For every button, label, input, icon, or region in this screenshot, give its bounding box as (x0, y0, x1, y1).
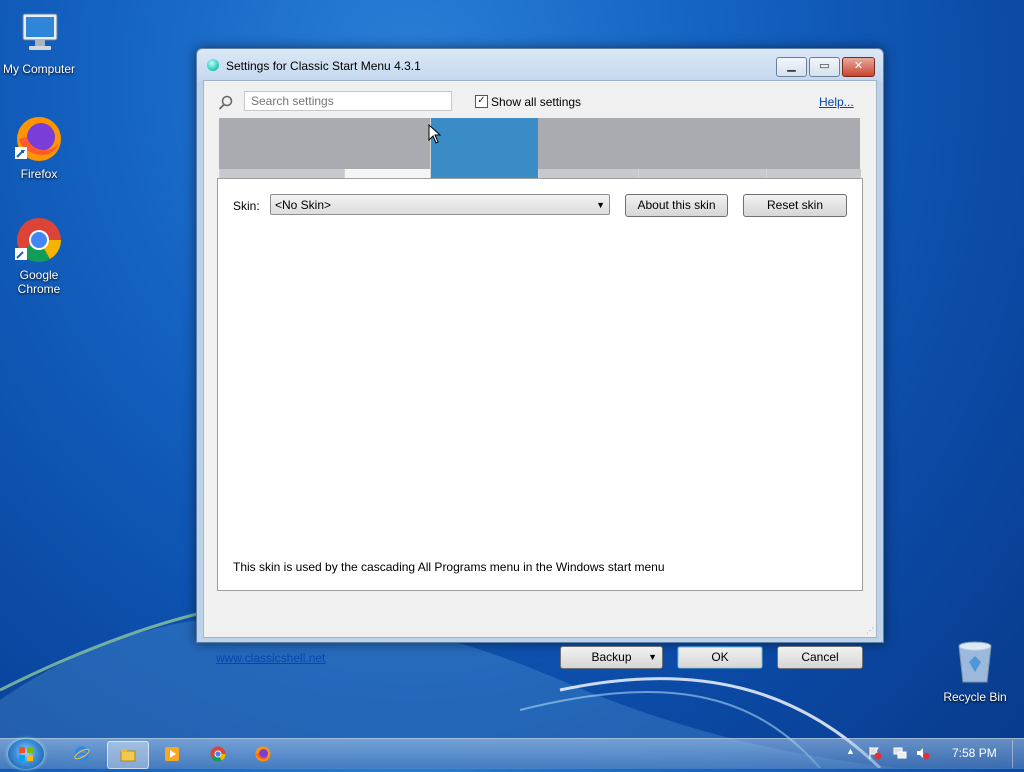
start-button[interactable] (8, 739, 44, 769)
window-client-area: ✓ Show all settings Help... Skin: <No Sk… (203, 80, 877, 669)
taskbar-firefox[interactable] (243, 741, 283, 767)
taskbar-file-explorer[interactable] (107, 741, 149, 769)
tab-start-menu-style[interactable] (219, 169, 344, 178)
minimize-button[interactable]: ▁ (776, 57, 807, 77)
action-center-flag-icon[interactable] (868, 746, 882, 760)
taskbar-clock[interactable]: 7:58 PM (952, 746, 997, 760)
desktop-icon-firefox[interactable]: Firefox (0, 115, 78, 181)
firefox-icon (255, 746, 271, 762)
desktop-icon-label: Recycle Bin (943, 690, 1007, 704)
show-hidden-icons-icon[interactable]: ▲ (846, 746, 860, 760)
tab-strip (219, 118, 861, 178)
search-icon (218, 95, 233, 110)
taskbar-chrome[interactable] (198, 741, 238, 767)
tab-search-box[interactable] (766, 169, 861, 178)
resize-grip-icon[interactable]: ⋰ (866, 626, 874, 635)
show-all-settings-label[interactable]: Show all settings (491, 95, 581, 109)
mouse-cursor-icon (428, 124, 442, 144)
taskbar-internet-explorer[interactable] (62, 741, 102, 767)
settings-window: Settings for Classic Start Menu 4.3.1 ▁ … (196, 48, 884, 669)
tab-panel: Skin: <No Skin> ▼ About this skin Reset … (217, 178, 863, 591)
backup-button-label: Backup (591, 650, 632, 664)
show-all-settings-checkbox[interactable]: ✓ (475, 95, 488, 108)
chrome-icon (210, 746, 226, 762)
desktop-icon-my-computer[interactable]: My Computer (0, 10, 78, 76)
chrome-icon (15, 216, 63, 264)
desktop-icon-google-chrome[interactable]: Google Chrome (0, 216, 78, 296)
maximize-button[interactable]: ▭ (809, 57, 840, 77)
show-desktop-button[interactable] (1012, 740, 1024, 768)
volume-muted-icon[interactable] (916, 746, 930, 760)
skin-select[interactable]: <No Skin> ▼ (270, 194, 610, 215)
maximize-icon: ▭ (819, 60, 830, 72)
app-icon (207, 59, 219, 71)
website-link[interactable]: www.classicshell.net (216, 651, 325, 665)
desktop-icon-label: Google Chrome (17, 268, 61, 296)
tab-special-items[interactable] (430, 118, 538, 178)
desktop-icon-label: Firefox (20, 167, 58, 181)
firefox-icon (15, 115, 63, 163)
help-link[interactable]: Help... (819, 95, 854, 109)
about-skin-button[interactable]: About this skin (625, 194, 728, 217)
tab-main-menu[interactable] (538, 169, 638, 178)
window-title: Settings for Classic Start Menu 4.3.1 (226, 59, 421, 73)
desktop-icon-recycle-bin[interactable]: Recycle Bin (936, 638, 1014, 704)
file-explorer-icon (120, 749, 136, 762)
skin-select-value: <No Skin> (275, 198, 332, 212)
dropdown-arrow-icon: ▼ (596, 200, 605, 210)
skin-description: This skin is used by the cascading All P… (233, 560, 665, 574)
dropdown-arrow-icon: ▼ (648, 652, 657, 662)
computer-icon (15, 10, 63, 58)
minimize-icon: ▁ (787, 60, 796, 72)
taskbar-media-player[interactable] (152, 741, 192, 767)
reset-skin-button[interactable]: Reset skin (743, 194, 847, 217)
skin-label: Skin: (233, 199, 260, 213)
search-input[interactable] (244, 91, 452, 111)
close-button[interactable]: ✕ (842, 57, 875, 77)
internet-explorer-icon (74, 746, 90, 762)
recycle-bin-icon (951, 638, 999, 686)
close-icon: ✕ (853, 60, 864, 72)
cancel-button[interactable]: Cancel (777, 646, 863, 669)
tab-general-behavior[interactable] (638, 169, 766, 178)
tab-general[interactable] (344, 169, 430, 178)
windows-logo-icon (19, 747, 33, 761)
media-player-icon (165, 747, 179, 761)
ok-button[interactable]: OK (677, 646, 763, 669)
network-icon[interactable] (893, 746, 907, 760)
backup-button[interactable]: Backup ▼ (560, 646, 663, 669)
desktop-icon-label: My Computer (2, 62, 76, 76)
title-bar[interactable]: Settings for Classic Start Menu 4.3.1 ▁ … (197, 49, 883, 81)
